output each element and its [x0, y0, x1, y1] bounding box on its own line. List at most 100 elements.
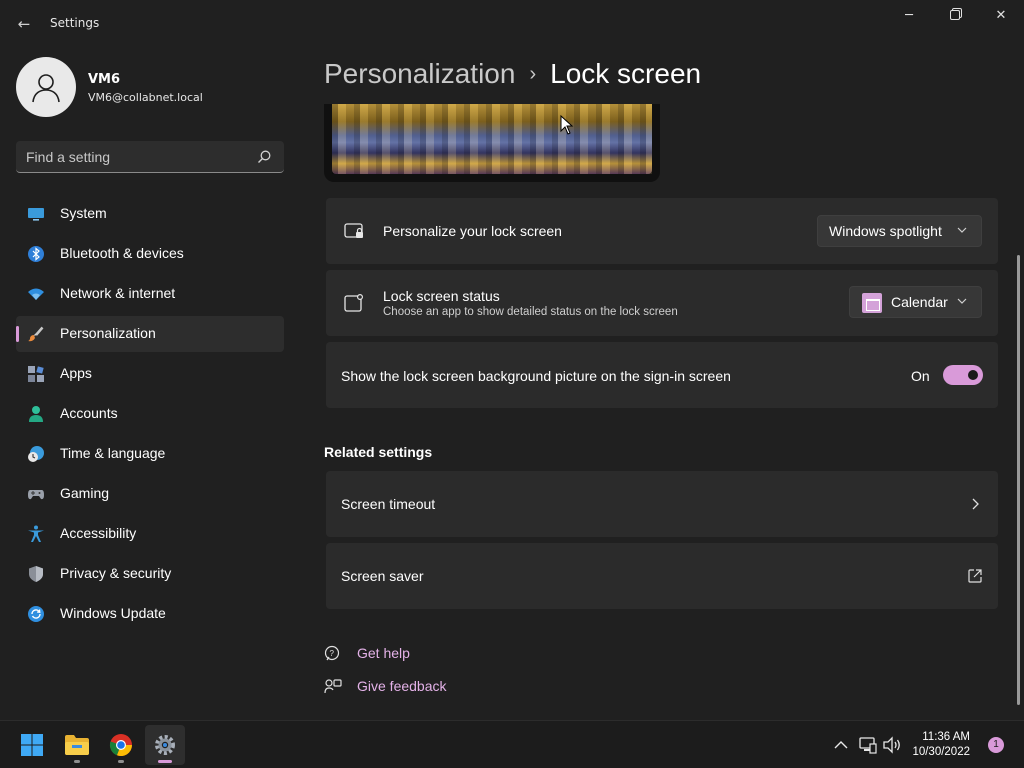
- chevron-right-icon: [972, 498, 979, 510]
- clock-time: 11:36 AM: [922, 731, 970, 743]
- screen-saver-label: Screen saver: [341, 568, 424, 584]
- user-icon: [32, 74, 60, 103]
- dropdown-value: Calendar: [891, 294, 948, 310]
- sidebar-item-label: Personalization: [60, 325, 156, 341]
- sidebar-item-label: Time & language: [60, 445, 166, 461]
- sidebar-item-accessibility[interactable]: Accessibility: [16, 516, 284, 552]
- dropdown-value: Windows spotlight: [829, 223, 942, 239]
- screen-saver-row[interactable]: Screen saver: [326, 543, 998, 609]
- chevron-right-icon: ›: [529, 63, 537, 85]
- sidebar-item-label: Accessibility: [60, 525, 137, 541]
- restore-icon: [950, 10, 960, 20]
- wifi-icon: [28, 288, 44, 300]
- taskbar-chrome[interactable]: [101, 725, 141, 765]
- chevron-up-icon[interactable]: [831, 735, 851, 755]
- lock-screen-status-row: Lock screen status Choose an app to show…: [326, 270, 998, 336]
- start-button[interactable]: [12, 725, 52, 765]
- sidebar-item-label: Network & internet: [60, 285, 176, 301]
- feedback-icon: [324, 679, 342, 694]
- personalize-lock-screen-dropdown[interactable]: Windows spotlight: [817, 215, 982, 247]
- sidebar-item-time-language[interactable]: Time & language: [16, 436, 284, 472]
- breadcrumb: Personalization › Lock screen: [324, 58, 701, 90]
- chevron-down-icon: [957, 227, 967, 233]
- sidebar-item-system[interactable]: System: [16, 196, 284, 232]
- sidebar-nav: System Bluetooth & devices Network & int…: [16, 196, 284, 636]
- sidebar-item-label: Accounts: [60, 405, 118, 421]
- sidebar-item-label: System: [60, 205, 107, 221]
- sidebar-item-personalization[interactable]: Personalization: [16, 316, 284, 352]
- sidebar-item-bluetooth[interactable]: Bluetooth & devices: [16, 236, 284, 272]
- app-title: Settings: [50, 16, 100, 30]
- apps-icon: [28, 366, 44, 382]
- personalize-lock-screen-label: Personalize your lock screen: [383, 223, 562, 239]
- screen-timeout-row[interactable]: Screen timeout: [326, 471, 998, 537]
- sidebar-item-label: Gaming: [60, 485, 110, 501]
- sidebar-item-network[interactable]: Network & internet: [16, 276, 284, 312]
- page-title: Lock screen: [550, 58, 702, 89]
- search-icon[interactable]: [256, 149, 272, 165]
- sidebar-item-privacy-security[interactable]: Privacy & security: [16, 556, 284, 592]
- get-help-link[interactable]: ? Get help: [324, 643, 444, 665]
- taskbar-file-explorer[interactable]: [57, 725, 97, 765]
- calendar-icon: [862, 293, 882, 313]
- volume-icon[interactable]: [882, 735, 902, 755]
- lock-screen-preview: [324, 104, 660, 182]
- file-explorer-icon: [65, 735, 89, 755]
- accessibility-icon: [28, 525, 44, 542]
- settings-icon: [155, 735, 175, 755]
- title-bar: ← Settings ─ ✕: [0, 0, 1024, 48]
- lock-screen-preview-image: [332, 104, 652, 174]
- user-email: VM6@collabnet.local: [88, 91, 203, 104]
- settings-window: ← Settings ─ ✕ VM6 VM6@collabnet.local S…: [0, 0, 1024, 720]
- avatar[interactable]: [16, 57, 76, 117]
- sidebar-item-label: Windows Update: [60, 605, 166, 621]
- svg-text:?: ?: [330, 649, 335, 658]
- help-icon: ?: [324, 645, 340, 661]
- lock-screen-icon: [344, 223, 363, 238]
- breadcrumb-parent[interactable]: Personalization: [324, 58, 515, 89]
- personalize-lock-screen-row: Personalize your lock screen Windows spo…: [326, 198, 998, 264]
- signin-background-toggle[interactable]: [943, 365, 983, 385]
- chrome-icon: [109, 734, 133, 757]
- open-external-icon: [968, 569, 982, 583]
- running-indicator: [118, 760, 124, 763]
- lock-screen-status-dropdown[interactable]: Calendar: [849, 286, 982, 318]
- shield-icon: [29, 566, 43, 582]
- sidebar-item-windows-update[interactable]: Windows Update: [16, 596, 284, 632]
- sidebar-item-accounts[interactable]: Accounts: [16, 396, 284, 432]
- network-icon[interactable]: [858, 735, 878, 755]
- close-button[interactable]: ✕: [978, 0, 1024, 32]
- give-feedback-link[interactable]: Give feedback: [324, 676, 464, 698]
- status-icon: [344, 293, 364, 312]
- sidebar-item-apps[interactable]: Apps: [16, 356, 284, 392]
- update-icon: [28, 606, 44, 622]
- sidebar-item-label: Apps: [60, 365, 92, 381]
- get-help-label: Get help: [357, 645, 410, 661]
- system-clock[interactable]: 11:36 AM 10/30/2022: [906, 730, 970, 760]
- clock-globe-icon: [28, 446, 44, 462]
- search-input[interactable]: [26, 148, 246, 166]
- mouse-cursor-icon: [560, 115, 574, 135]
- taskbar-settings[interactable]: [145, 725, 185, 765]
- signin-background-label: Show the lock screen background picture …: [341, 368, 731, 384]
- search-box[interactable]: [16, 141, 284, 173]
- notification-badge[interactable]: 1: [988, 737, 1004, 753]
- running-indicator: [74, 760, 80, 763]
- minimize-button[interactable]: ─: [886, 0, 932, 32]
- maximize-button[interactable]: [932, 0, 978, 32]
- user-name: VM6: [88, 72, 121, 87]
- brush-icon: [28, 326, 44, 342]
- screen-timeout-label: Screen timeout: [341, 496, 436, 512]
- sidebar-item-label: Privacy & security: [60, 565, 172, 581]
- related-settings-heading: Related settings: [324, 444, 433, 460]
- scrollbar[interactable]: [1017, 255, 1020, 705]
- sidebar-item-gaming[interactable]: Gaming: [16, 476, 284, 512]
- start-icon: [21, 734, 43, 756]
- toggle-knob: [968, 370, 978, 380]
- chevron-down-icon: [957, 298, 967, 304]
- taskbar: 11:36 AM 10/30/2022 1: [0, 720, 1024, 768]
- running-indicator: [158, 760, 172, 763]
- lock-screen-status-description: Choose an app to show detailed status on…: [383, 306, 678, 318]
- lock-screen-status-label: Lock screen status: [383, 288, 500, 304]
- back-button[interactable]: ←: [10, 12, 38, 36]
